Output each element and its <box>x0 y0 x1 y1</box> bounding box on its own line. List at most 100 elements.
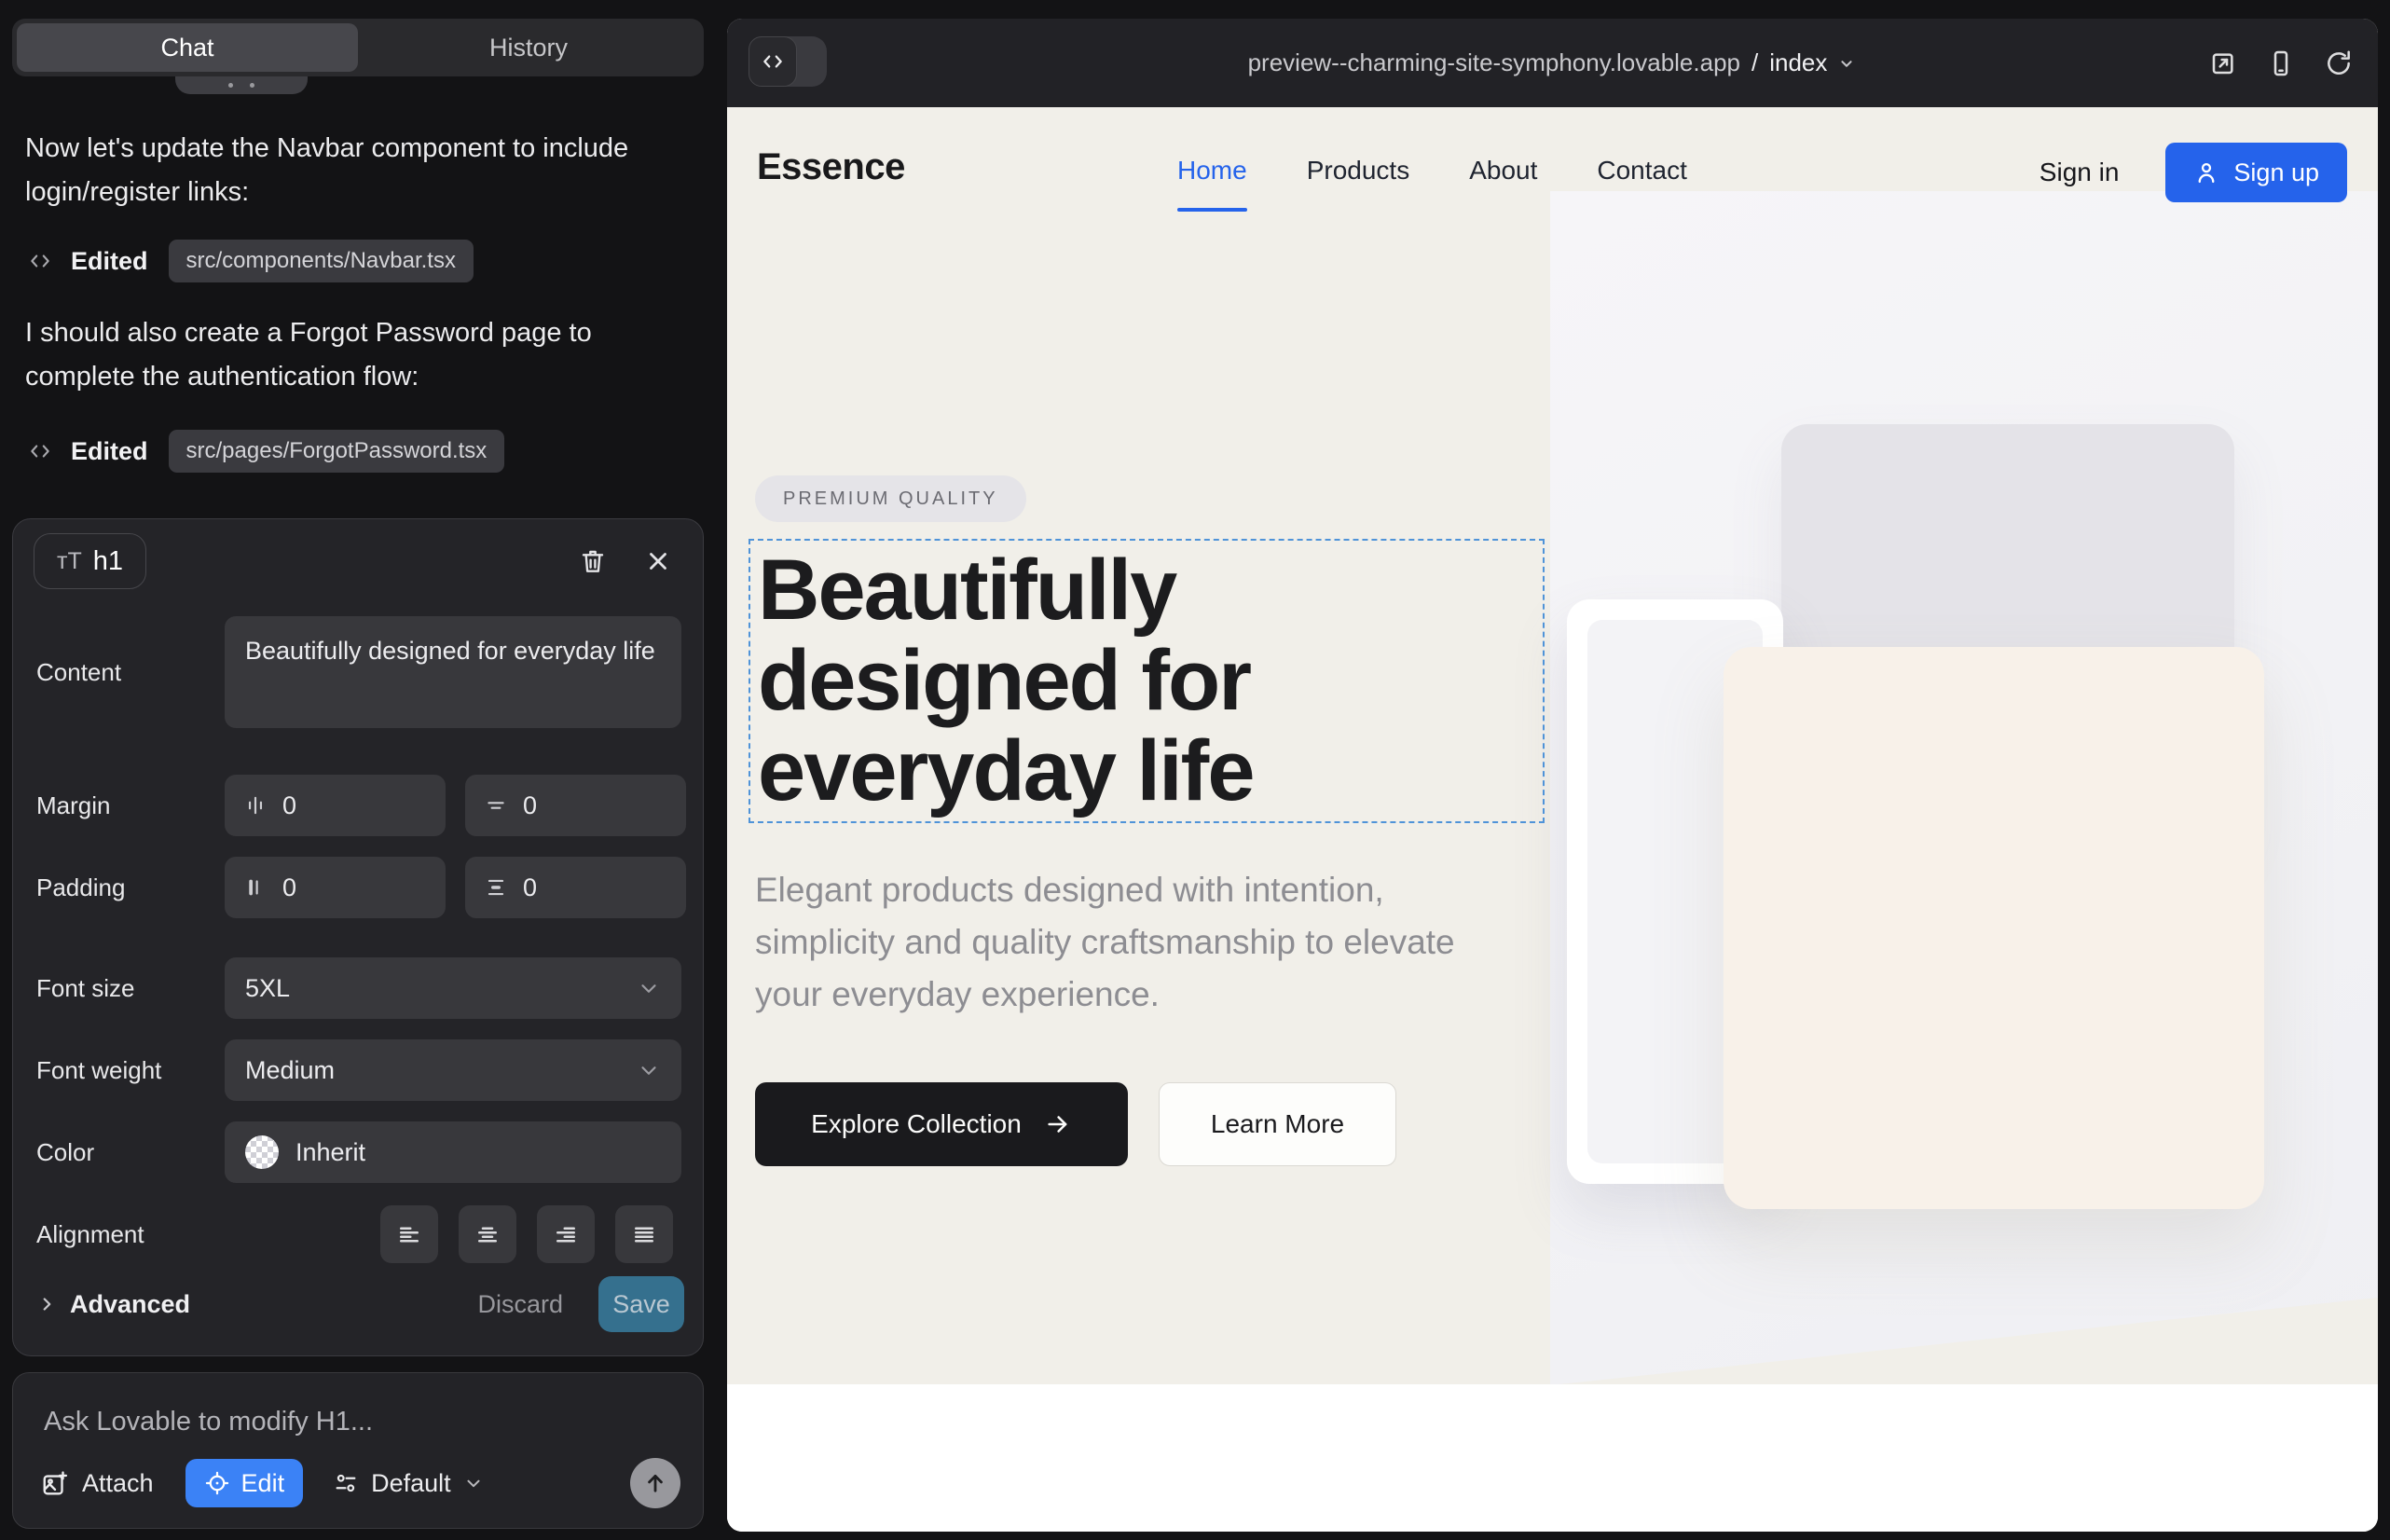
padding-vertical-input[interactable]: 0 <box>465 857 686 918</box>
image-plus-icon <box>41 1469 69 1497</box>
font-weight-label: Font weight <box>36 1056 225 1085</box>
composer-placeholder[interactable]: Ask Lovable to modify H1... <box>44 1407 373 1437</box>
tab-chat[interactable]: Chat <box>17 23 358 72</box>
open-external-icon[interactable] <box>2208 48 2238 78</box>
explore-collection-button[interactable]: Explore Collection <box>755 1082 1128 1166</box>
sign-up-button[interactable]: Sign up <box>2165 143 2347 202</box>
nav-link-products[interactable]: Products <box>1307 156 1410 186</box>
active-nav-underline <box>1177 208 1247 212</box>
content-row: Content Beautifully designed for everyda… <box>36 616 681 728</box>
edited-label: Edited <box>71 437 148 466</box>
chat-composer[interactable]: Ask Lovable to modify H1... Attach Edit <box>12 1372 704 1529</box>
color-label: Color <box>36 1138 225 1167</box>
font-weight-select[interactable]: Medium <box>225 1039 681 1101</box>
type-icon: тT <box>57 548 82 575</box>
default-label: Default <box>371 1469 451 1498</box>
edited-file-row[interactable]: Edited src/pages/ForgotPassword.tsx <box>28 429 504 474</box>
nav-label: Home <box>1177 156 1247 185</box>
margin-vertical-icon <box>484 793 508 818</box>
discard-button[interactable]: Discard <box>477 1290 563 1319</box>
margin-vertical-value: 0 <box>523 791 537 820</box>
chevron-down-icon[interactable] <box>1836 53 1857 74</box>
content-input[interactable]: Beautifully designed for everyday life <box>225 616 681 728</box>
attach-button[interactable]: Attach <box>41 1469 154 1498</box>
padding-vertical-icon <box>484 875 508 900</box>
url-bar[interactable]: preview--charming-site-symphony.lovable.… <box>727 19 2378 107</box>
hero-heading[interactable]: Beautifully designed for everyday life <box>758 545 1532 817</box>
send-button[interactable] <box>630 1458 680 1508</box>
nav-link-about[interactable]: About <box>1469 156 1537 186</box>
editor-panel-header: тT h1 <box>34 532 679 590</box>
align-justify-button[interactable] <box>615 1205 673 1263</box>
padding-horizontal-input[interactable]: 0 <box>225 857 446 918</box>
default-mode-select[interactable]: Default <box>333 1469 484 1498</box>
refresh-icon[interactable] <box>2324 48 2354 78</box>
padding-label: Padding <box>36 873 225 902</box>
user-icon <box>2193 159 2219 186</box>
sign-in-link[interactable]: Sign in <box>2040 158 2120 187</box>
nav-link-home[interactable]: Home <box>1177 156 1247 186</box>
editor-panel-footer: Advanced Discard Save <box>36 1275 684 1333</box>
preview-window: preview--charming-site-symphony.lovable.… <box>727 19 2378 1532</box>
hero-cta-row: Explore Collection Learn More <box>755 1082 1396 1166</box>
code-preview-toggle[interactable] <box>749 36 827 87</box>
chevron-down-icon <box>637 976 661 1000</box>
sidebar-tab-bar: Chat History <box>12 19 704 76</box>
arrow-right-icon <box>1044 1110 1072 1138</box>
edit-label: Edit <box>241 1469 285 1498</box>
scrolled-chip-partial <box>175 76 308 94</box>
chevron-down-icon <box>637 1058 661 1082</box>
decor-card-cream <box>1724 647 2264 1209</box>
nav-link-contact[interactable]: Contact <box>1597 156 1687 186</box>
align-center-button[interactable] <box>459 1205 516 1263</box>
font-size-select[interactable]: 5XL <box>225 957 681 1019</box>
save-button[interactable]: Save <box>598 1276 684 1332</box>
padding-horizontal-value: 0 <box>282 873 296 902</box>
target-icon <box>204 1470 230 1496</box>
mobile-view-icon[interactable] <box>2266 48 2296 78</box>
align-left-button[interactable] <box>380 1205 438 1263</box>
chevron-right-icon <box>36 1294 57 1314</box>
padding-horizontal-icon <box>243 875 268 900</box>
sign-up-label: Sign up <box>2233 158 2319 187</box>
preview-toolbar: preview--charming-site-symphony.lovable.… <box>727 19 2378 107</box>
margin-horizontal-input[interactable]: 0 <box>225 775 446 836</box>
chat-message: I should also create a Forgot Password p… <box>25 311 683 399</box>
font-size-label: Font size <box>36 974 225 1003</box>
advanced-label: Advanced <box>70 1290 190 1319</box>
alignment-label: Alignment <box>36 1220 225 1249</box>
font-size-value: 5XL <box>245 974 290 1003</box>
margin-horizontal-value: 0 <box>282 791 296 820</box>
align-right-button[interactable] <box>537 1205 595 1263</box>
element-editor-panel: тT h1 Content Beautifully designed for e… <box>12 518 704 1356</box>
edited-label: Edited <box>71 247 148 276</box>
color-value: Inherit <box>295 1138 365 1167</box>
delete-element-button[interactable] <box>572 541 613 582</box>
site-nav: Home Products About Contact <box>1177 156 1687 186</box>
code-icon[interactable] <box>749 36 797 87</box>
hero-badge: PREMIUM QUALITY <box>755 475 1026 522</box>
url-host: preview--charming-site-symphony.lovable.… <box>1248 48 1740 77</box>
advanced-toggle[interactable]: Advanced <box>36 1290 190 1319</box>
composer-toolbar: Attach Edit Default <box>41 1457 680 1509</box>
margin-vertical-input[interactable]: 0 <box>465 775 686 836</box>
edit-mode-button[interactable]: Edit <box>185 1459 304 1507</box>
tab-history[interactable]: History <box>358 23 699 72</box>
site-logo[interactable]: Essence <box>757 146 905 188</box>
file-path-chip[interactable]: src/components/Navbar.tsx <box>169 240 474 282</box>
edited-file-row[interactable]: Edited src/components/Navbar.tsx <box>28 239 474 283</box>
color-select[interactable]: Inherit <box>225 1121 681 1183</box>
file-path-chip[interactable]: src/pages/ForgotPassword.tsx <box>169 430 505 473</box>
chat-message: Now let's update the Navbar component to… <box>25 127 683 214</box>
learn-more-button[interactable]: Learn More <box>1159 1082 1396 1166</box>
element-tag-label: h1 <box>93 546 123 577</box>
rendered-site: Essence Home Products About Contact Sign… <box>727 107 2378 1532</box>
primary-cta-label: Explore Collection <box>811 1109 1022 1139</box>
preview-actions <box>2208 19 2354 107</box>
code-icon <box>28 439 52 463</box>
selected-element-tag: тT h1 <box>34 533 146 589</box>
alignment-row: Alignment <box>36 1203 681 1265</box>
close-panel-button[interactable] <box>638 541 679 582</box>
font-size-row: Font size 5XL <box>36 957 681 1019</box>
margin-label: Margin <box>36 791 225 820</box>
